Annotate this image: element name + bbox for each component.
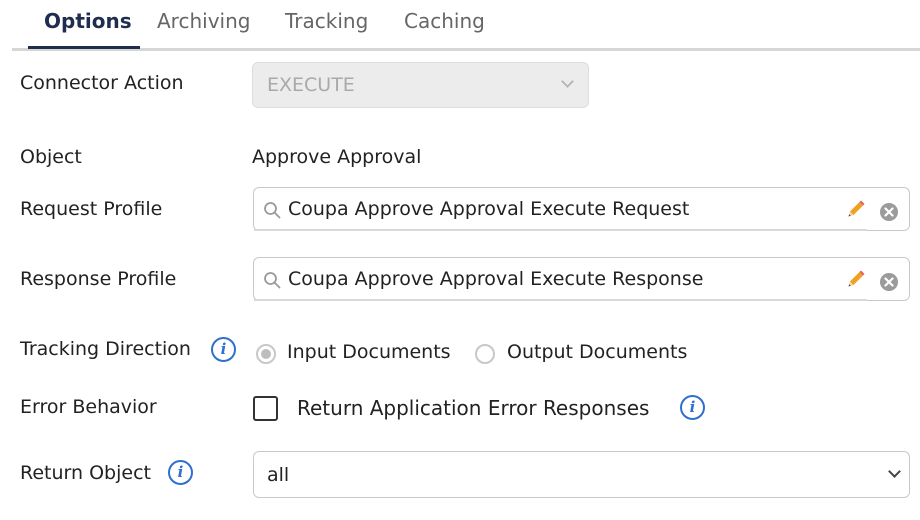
search-icon [264,202,281,219]
connector-action-value: EXECUTE [267,74,355,96]
request-profile-value: Coupa Approve Approval Execute Request [288,198,690,220]
output-documents-label[interactable]: Output Documents [507,341,687,363]
return-error-responses-label[interactable]: Return Application Error Responses [297,396,649,420]
pencil-icon[interactable] [846,269,866,289]
tab-bar: Options Archiving Tracking Caching [0,0,920,52]
return-object-value: all [267,464,290,486]
info-icon[interactable]: i [211,337,236,362]
tracking-direction-label: Tracking Direction [20,338,191,360]
response-profile-value: Coupa Approve Approval Execute Response [288,268,704,290]
input-documents-radio[interactable] [256,344,276,364]
tab-options[interactable]: Options [44,9,132,33]
return-object-select[interactable]: all [253,451,910,498]
connector-action-label: Connector Action [20,72,184,94]
search-icon [264,272,281,289]
request-profile-label: Request Profile [20,198,163,220]
info-icon[interactable]: i [680,395,705,420]
input-documents-label[interactable]: Input Documents [287,341,451,363]
response-profile-field[interactable]: Coupa Approve Approval Execute Response [253,257,910,301]
tab-tracking[interactable]: Tracking [285,9,368,33]
active-tab-indicator [28,46,140,49]
chevron-down-icon [888,465,901,478]
error-behavior-label: Error Behavior [20,396,157,418]
return-error-responses-checkbox[interactable] [253,396,278,421]
info-icon[interactable]: i [168,460,193,485]
pencil-icon[interactable] [846,199,866,219]
clear-icon[interactable] [879,202,899,222]
tab-archiving[interactable]: Archiving [157,9,250,33]
tab-caching[interactable]: Caching [404,9,485,33]
object-label: Object [20,146,82,168]
response-profile-label: Response Profile [20,268,177,290]
clear-icon[interactable] [879,272,899,292]
field-divider [254,229,867,231]
tab-bar-divider [12,48,920,51]
output-documents-radio[interactable] [475,344,495,364]
field-divider [254,299,867,301]
object-value: Approve Approval [252,146,422,168]
chevron-down-icon [561,75,574,88]
connector-action-select: EXECUTE [252,62,589,108]
return-object-label: Return Object [20,462,151,484]
request-profile-field[interactable]: Coupa Approve Approval Execute Request [253,187,910,231]
